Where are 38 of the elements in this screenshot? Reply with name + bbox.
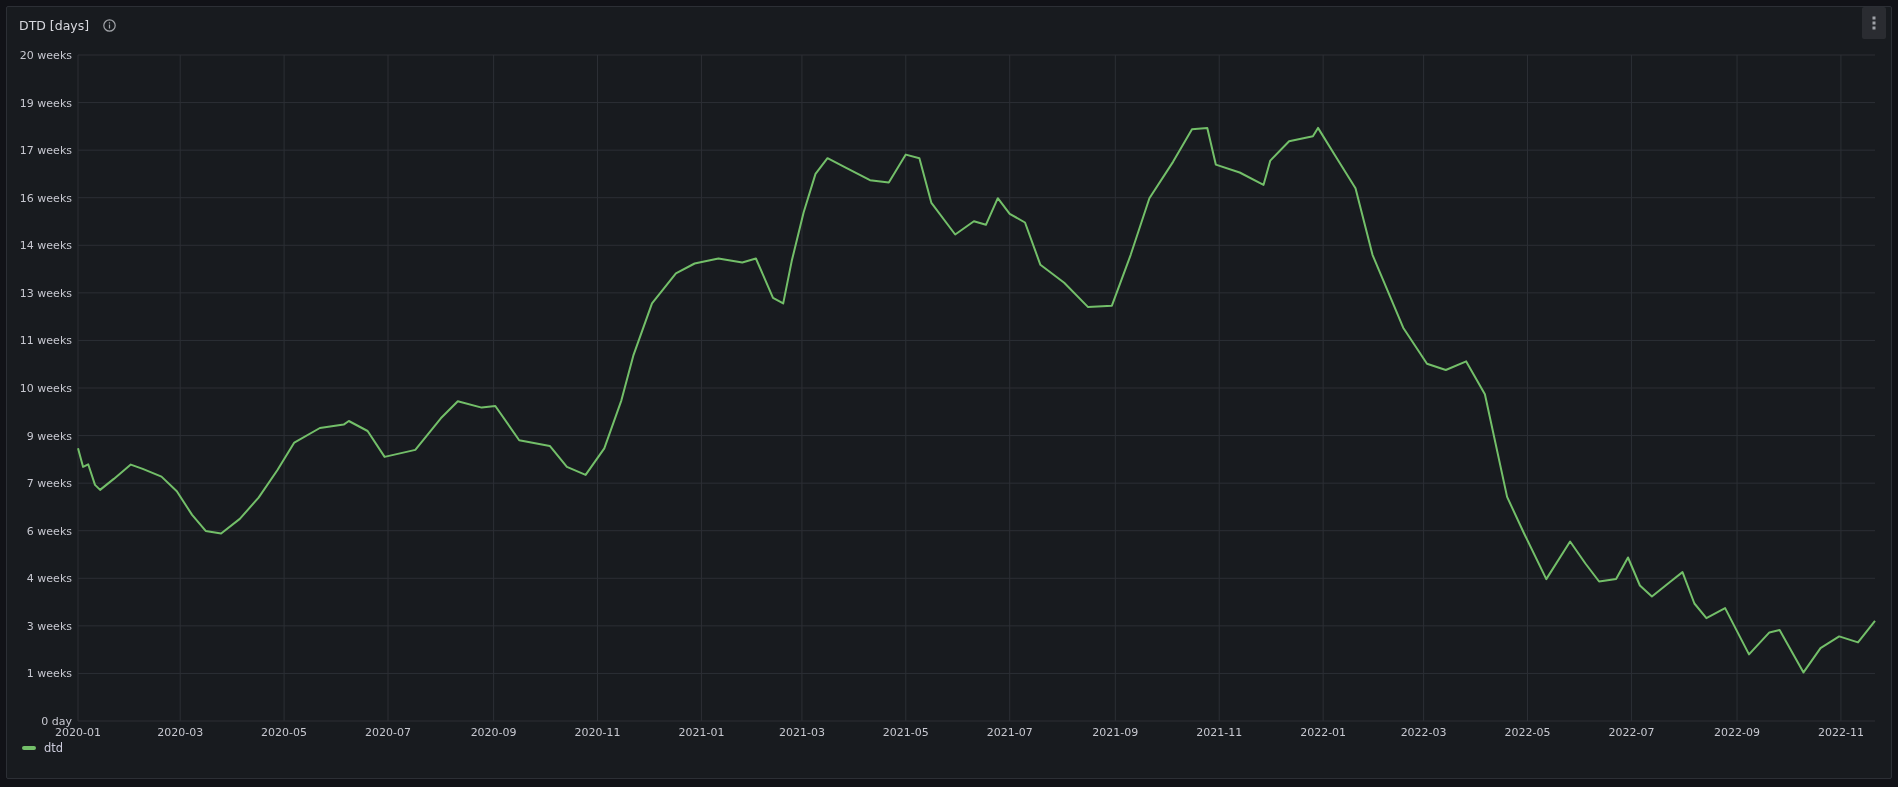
- y-axis-label: 10 weeks: [19, 382, 72, 395]
- legend-label[interactable]: dtd: [44, 741, 64, 755]
- x-axis-label: 2022-09: [1714, 726, 1760, 739]
- x-axis-label: 2020-09: [470, 726, 517, 739]
- y-axis-label: 13 weeks: [19, 286, 72, 300]
- y-axis-label: 9 weeks: [26, 429, 72, 443]
- y-axis-label: 4 weeks: [26, 572, 72, 586]
- kebab-icon: [1872, 16, 1876, 30]
- x-axis-label: 2021-03: [778, 726, 825, 739]
- y-axis-label: 0 day: [41, 715, 72, 728]
- y-axis-label: 20 weeks: [19, 49, 72, 62]
- y-axis-label: 14 weeks: [19, 239, 72, 253]
- panel-title: DTD [days]: [19, 17, 90, 33]
- x-axis-label: 2021-01: [678, 726, 725, 739]
- y-axis-label: 1 weeks: [26, 667, 72, 681]
- y-axis-label: 6 weeks: [26, 524, 72, 538]
- y-axis-label: 3 weeks: [26, 619, 72, 633]
- x-axis-label: 2020-07: [365, 726, 411, 739]
- y-axis-label: 17 weeks: [19, 144, 72, 158]
- x-axis-label: 2021-11: [1196, 726, 1243, 739]
- x-axis-label: 2022-03: [1400, 726, 1447, 739]
- x-axis-label: 2020-03: [157, 726, 204, 739]
- x-axis-label: 2022-05: [1504, 726, 1551, 739]
- menu-button[interactable]: [1862, 7, 1886, 39]
- y-axis-label: 7 weeks: [26, 477, 72, 491]
- x-axis-label: 2021-05: [882, 726, 929, 739]
- legend-swatch: [22, 746, 36, 750]
- x-axis-label: 2022-07: [1608, 726, 1655, 739]
- info-icon[interactable]: [103, 18, 117, 32]
- y-axis-label: 11 weeks: [19, 334, 72, 348]
- x-axis-label: 2022-01: [1300, 726, 1347, 739]
- x-axis-label: 2022-11: [1817, 726, 1864, 739]
- y-axis-label: 16 weeks: [19, 191, 72, 205]
- x-axis-label: 2021-09: [1092, 726, 1139, 739]
- x-axis-label: 2020-05: [261, 726, 308, 739]
- x-axis-label: 2021-07: [986, 726, 1033, 739]
- y-axis-label: 19 weeks: [19, 96, 72, 110]
- x-axis-label: 2020-11: [574, 726, 621, 739]
